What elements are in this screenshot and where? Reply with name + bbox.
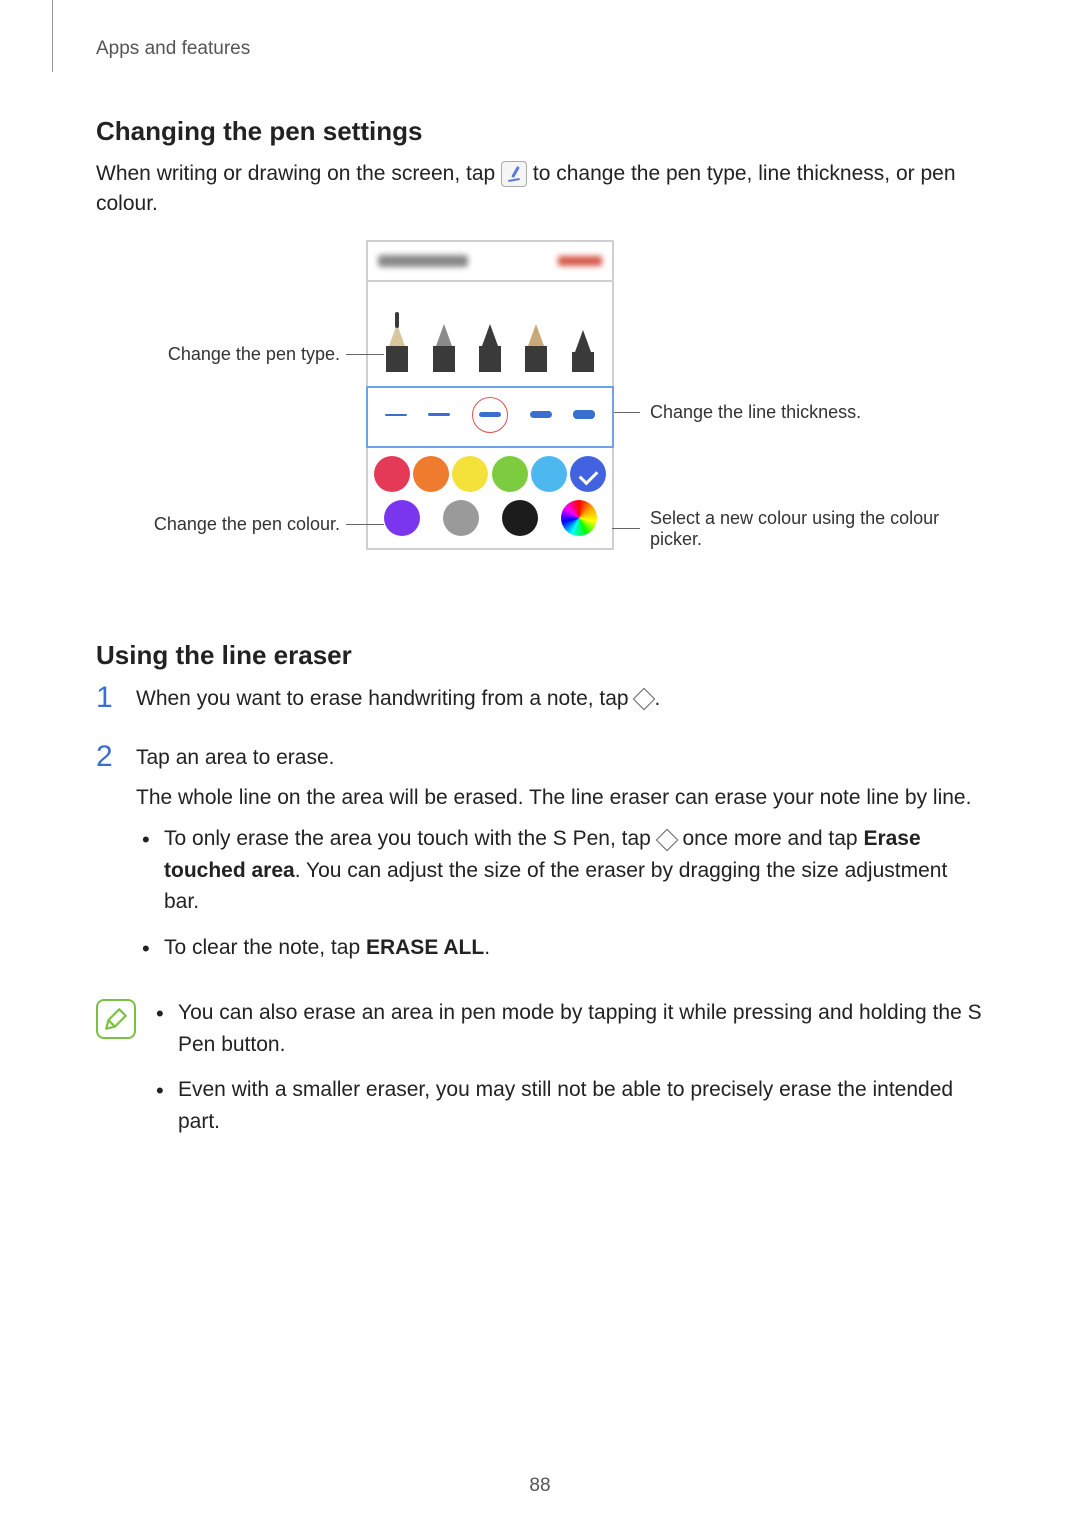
pen-type-section xyxy=(368,282,612,388)
swatch-blue-selected xyxy=(570,456,606,492)
page-number: 88 xyxy=(0,1475,1080,1497)
step-2-bullet-1: To only erase the area you touch with th… xyxy=(136,823,984,918)
callout-pen-type-label: Change the pen type. xyxy=(168,344,340,365)
callout-thickness-label: Change the line thickness. xyxy=(650,402,861,423)
callout-colour-picker-label: Select a new colour using the colour pic… xyxy=(650,508,970,550)
intro-text-a: When writing or drawing on the screen, t… xyxy=(96,162,501,185)
callout-thickness: Change the line thickness. xyxy=(612,402,992,423)
pen-pencil-icon xyxy=(525,312,547,372)
step-1-number: 1 xyxy=(96,683,118,723)
pen-fountain-icon xyxy=(386,312,408,372)
callout-pen-colour: Change the pen colour. xyxy=(96,514,384,535)
b1-b: once more and tap xyxy=(682,827,863,850)
eraser-icon xyxy=(633,688,656,711)
swatch-grey xyxy=(443,500,479,536)
step-1-text: When you want to erase handwriting from … xyxy=(136,683,984,715)
pen-marker-icon xyxy=(572,312,594,372)
note-block: You can also erase an area in pen mode b… xyxy=(96,997,984,1151)
pen-settings-icon xyxy=(501,161,527,187)
thickness-5 xyxy=(573,410,595,419)
heading-pen-settings: Changing the pen settings xyxy=(96,116,984,147)
b1-a: To only erase the area you touch with th… xyxy=(164,827,657,850)
swatch-yellow xyxy=(452,456,488,492)
note-icon xyxy=(96,999,136,1039)
panel-header xyxy=(368,242,612,282)
swatch-colour-picker xyxy=(561,500,597,536)
swatch-red xyxy=(374,456,410,492)
step-2-line1: Tap an area to erase. xyxy=(136,742,984,774)
thickness-3-selected xyxy=(472,397,508,433)
pen-settings-figure: Change the pen type. Change the line thi… xyxy=(96,240,1026,600)
swatch-green xyxy=(492,456,528,492)
pen-calligraphy-icon xyxy=(433,312,455,372)
step-2-line2: The whole line on the area will be erase… xyxy=(136,782,984,814)
pen-settings-panel xyxy=(366,240,614,550)
thickness-1 xyxy=(385,414,407,416)
callout-pen-type: Change the pen type. xyxy=(96,344,384,365)
step-1: 1 When you want to erase handwriting fro… xyxy=(96,683,984,723)
step-2-number: 2 xyxy=(96,742,118,977)
note-bullet-2: Even with a smaller eraser, you may stil… xyxy=(150,1074,984,1137)
colour-section xyxy=(368,446,612,548)
pen-outline-icon xyxy=(103,1006,129,1032)
panel-action-blurred xyxy=(558,256,602,266)
panel-title-blurred xyxy=(378,255,468,267)
callout-pen-colour-label: Change the pen colour. xyxy=(154,514,340,535)
swatch-black xyxy=(502,500,538,536)
header-vertical-rule xyxy=(52,0,53,72)
step-2-bullet-2: To clear the note, tap ERASE ALL. xyxy=(136,932,984,964)
step-2: 2 Tap an area to erase. The whole line o… xyxy=(96,742,984,977)
pen-pen-icon xyxy=(479,312,501,372)
b2-b: . xyxy=(484,936,490,959)
thickness-4 xyxy=(530,411,552,418)
swatch-purple xyxy=(384,500,420,536)
b2-a: To clear the note, tap xyxy=(164,936,366,959)
swatch-orange xyxy=(413,456,449,492)
thickness-section xyxy=(366,386,614,448)
heading-line-eraser: Using the line eraser xyxy=(96,640,984,671)
breadcrumb: Apps and features xyxy=(96,38,984,60)
eraser-icon xyxy=(655,829,678,852)
swatch-cyan xyxy=(531,456,567,492)
note-bullet-1: You can also erase an area in pen mode b… xyxy=(150,997,984,1060)
pen-settings-intro: When writing or drawing on the screen, t… xyxy=(96,159,984,220)
b2-bold: ERASE ALL xyxy=(366,936,484,959)
step-1-text-a: When you want to erase handwriting from … xyxy=(136,687,634,710)
thickness-2 xyxy=(428,413,450,416)
callout-colour-picker: Select a new colour using the colour pic… xyxy=(612,508,992,550)
